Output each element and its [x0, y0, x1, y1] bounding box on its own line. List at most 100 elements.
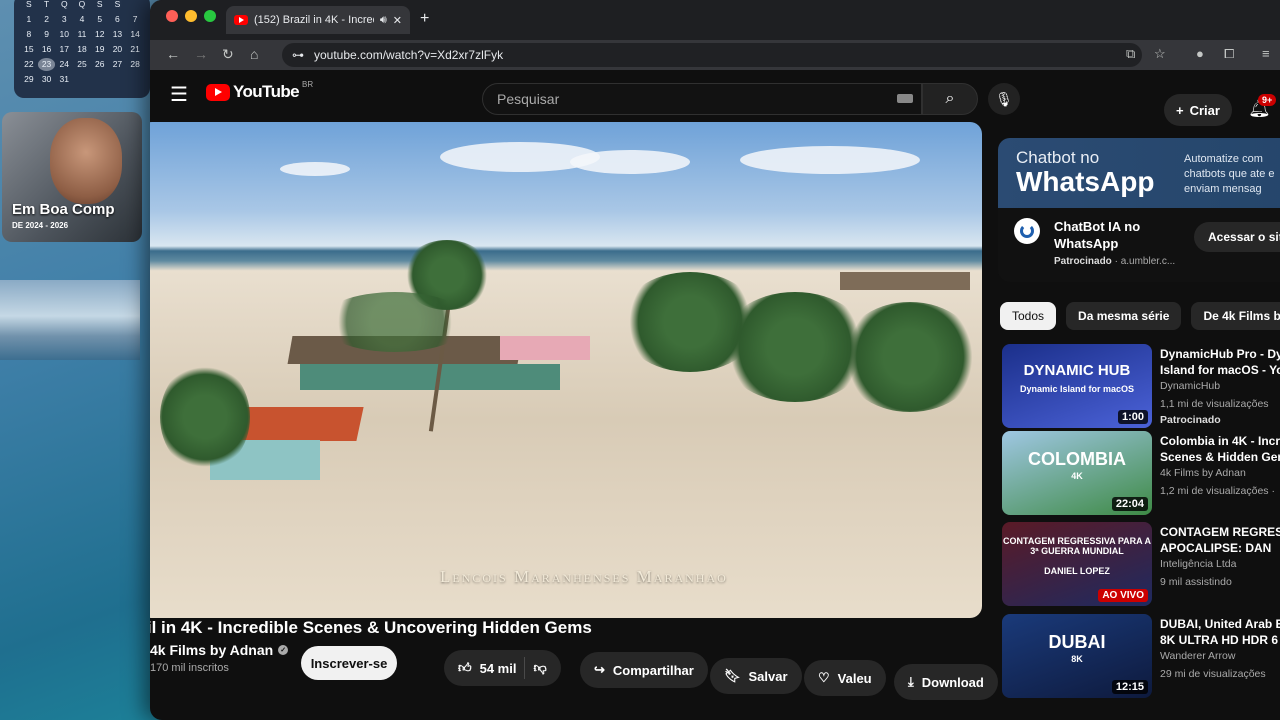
ad-banner[interactable]: Chatbot no WhatsApp Automatize com chatb… — [998, 138, 1280, 208]
chip-same-series[interactable]: Da mesma série — [1066, 302, 1182, 330]
calendar-day[interactable]: 16 — [38, 43, 56, 56]
video-title: Brazil in 4K - Incredible Scenes & Uncov… — [150, 618, 592, 637]
share-button[interactable]: ↪ Compartilhar — [580, 652, 708, 688]
calendar-day[interactable]: 24 — [55, 58, 73, 71]
sponsored-ad-card[interactable]: Chatbot no WhatsApp Automatize com chatb… — [998, 138, 1280, 282]
calendar-day[interactable]: 11 — [73, 28, 91, 41]
calendar-day[interactable]: 30 — [38, 73, 56, 86]
ad-title: ChatBot IA no WhatsApp — [1054, 219, 1141, 251]
calendar-day[interactable]: 28 — [126, 58, 144, 71]
site-info-icon[interactable]: ⊶ — [292, 48, 304, 62]
search-input[interactable]: Pesquisar — [482, 83, 922, 115]
youtube-logo[interactable]: YouTube BR — [206, 80, 313, 102]
calendar-day[interactable]: 1 — [20, 13, 38, 26]
calendar-day[interactable]: 5 — [91, 13, 109, 26]
audio-icon[interactable]: 🔊︎ — [380, 14, 387, 27]
calendar-day[interactable]: 3 — [55, 13, 73, 26]
calendar-day — [91, 73, 109, 86]
reload-icon[interactable]: ↻ — [222, 46, 234, 63]
recommendation-item[interactable]: DUBAI 8K 12:15 DUBAI, United Arab E 8K ULTR… — [1002, 614, 1280, 698]
calendar-day[interactable]: 31 — [55, 73, 73, 86]
video-player[interactable]: Lencois Maranhenses Maranhao — [150, 122, 982, 618]
forward-icon[interactable]: → — [194, 46, 208, 62]
maximize-window-button[interactable] — [204, 10, 216, 22]
recommendation-channel: Wanderer Arrow — [1160, 650, 1236, 662]
calendar-day[interactable]: 23 — [37, 58, 56, 71]
advertiser-logo-icon — [1014, 218, 1040, 244]
calendar-day[interactable]: 25 — [73, 58, 91, 71]
ad-banner-line2: WhatsApp — [1016, 166, 1155, 197]
home-icon[interactable]: ⌂ — [250, 46, 258, 62]
calendar-day[interactable]: 14 — [126, 28, 144, 41]
thumbnail-text: DYNAMIC HUB — [1023, 362, 1131, 379]
calendar-day[interactable]: 13 — [109, 28, 127, 41]
thanks-button[interactable]: ♡ Valeu — [804, 660, 886, 696]
video-thumbnail[interactable]: DYNAMIC HUB Dynamic Island for macOS 1:00 — [1002, 344, 1152, 428]
video-thumbnail[interactable]: DUBAI 8K 12:15 — [1002, 614, 1152, 698]
calendar-day[interactable]: 6 — [109, 13, 127, 26]
chip-all[interactable]: Todos — [1000, 302, 1057, 330]
calendar-day[interactable]: 29 — [20, 73, 38, 86]
like-divider — [524, 657, 526, 679]
voice-search-button[interactable]: 🎙︎ — [988, 83, 1020, 115]
calendar-widget[interactable]: S T Q Q S S 1 2 3 4 5 6 7 8 9 10 11 12 13 14 15 16 17 18 19 20 21 2… — [14, 0, 150, 98]
install-icon[interactable]: ⧉ — [1126, 46, 1135, 62]
menu-icon[interactable]: ≡ — [1262, 46, 1270, 61]
duration-badge: 22:04 — [1111, 497, 1148, 511]
calendar-day[interactable]: 22 — [20, 58, 38, 71]
recommendation-item[interactable]: COLOMBIA 4K 22:04 Colombia in 4K - Incre Sc… — [1002, 431, 1280, 515]
chip-channel[interactable]: De 4k Films by Ad — [1191, 302, 1280, 330]
video-thumbnail[interactable]: COLOMBIA 4K 22:04 — [1002, 431, 1152, 515]
recommendation-views: 1,1 mi de visualizações — [1160, 398, 1269, 410]
recommendation-item[interactable]: DYNAMIC HUB Dynamic Island for macOS 1:00 D… — [1002, 344, 1280, 428]
calendar-day[interactable]: 17 — [55, 43, 73, 56]
close-window-button[interactable] — [166, 10, 178, 22]
keyboard-icon[interactable] — [897, 94, 913, 103]
address-bar[interactable]: ⊶ youtube.com/watch?v=Xd2xr7zlFyk — [282, 43, 1142, 67]
dislike-button[interactable]: 👎︎ — [533, 660, 546, 676]
photo-widget[interactable]: Em Boa Comp DE 2024 - 2026 — [2, 112, 142, 242]
tab-close-icon[interactable]: ✕ — [393, 14, 402, 27]
calendar-day[interactable]: 12 — [91, 28, 109, 41]
tab-bar: (152) Brazil in 4K - Incred 🔊︎ ✕ + — [150, 0, 1280, 40]
video-thumbnail[interactable]: CONTAGEM REGRESSIVA PARA A 3ª GUERRA MUN… — [1002, 522, 1152, 606]
calendar-day[interactable]: 8 — [20, 28, 38, 41]
back-icon[interactable]: ← — [166, 46, 180, 62]
ad-cta-button[interactable]: Acessar o sit — [1194, 222, 1280, 252]
calendar-day[interactable]: 19 — [91, 43, 109, 56]
ad-domain: a.umbler.c... — [1120, 256, 1176, 267]
extensions-icon[interactable]: ⧠ — [1224, 46, 1234, 62]
calendar-day[interactable]: 27 — [109, 58, 127, 71]
calendar-day[interactable]: 2 — [38, 13, 56, 26]
calendar-day[interactable]: 18 — [73, 43, 91, 56]
minimize-window-button[interactable] — [185, 10, 197, 22]
save-button[interactable]: 🔖︎ Salvar — [710, 658, 802, 694]
new-tab-icon[interactable]: + — [420, 10, 429, 28]
tab-youtube[interactable]: (152) Brazil in 4K - Incred 🔊︎ ✕ — [226, 6, 410, 34]
plus-icon: + — [1176, 102, 1184, 118]
extension-record-icon[interactable]: ● — [1196, 46, 1204, 61]
calendar-day[interactable]: 10 — [55, 28, 73, 41]
hamburger-menu-icon[interactable]: ☰ — [170, 82, 188, 107]
calendar-day[interactable]: 26 — [91, 58, 109, 71]
recommendation-item[interactable]: CONTAGEM REGRESSIVA PARA A 3ª GUERRA MUN… — [1002, 522, 1280, 606]
thumbnail-subtext: 8K — [1071, 654, 1083, 664]
bookmark-star-icon[interactable]: ☆ — [1154, 46, 1166, 62]
like-button[interactable]: 👍︎ 54 mil — [458, 660, 516, 676]
calendar-day[interactable]: 21 — [126, 43, 144, 56]
thumbnail-subtext: Dynamic Island for macOS — [1019, 384, 1135, 394]
calendar-day[interactable]: 20 — [109, 43, 127, 56]
download-button[interactable]: ⤓ Download — [894, 664, 998, 700]
subscribe-button[interactable]: Inscrever-se — [301, 646, 397, 680]
weekday-label: Q — [78, 0, 86, 9]
calendar-day[interactable]: 15 — [20, 43, 38, 56]
calendar-day[interactable]: 4 — [73, 13, 91, 26]
channel-name[interactable]: 4k Films by Adnan ✓ — [150, 642, 289, 658]
calendar-day — [126, 73, 144, 86]
create-button[interactable]: + Criar — [1164, 94, 1232, 126]
channel-name-text: 4k Films by Adnan — [150, 642, 274, 658]
search-button[interactable]: ⌕ — [922, 83, 978, 115]
calendar-day[interactable]: 9 — [38, 28, 56, 41]
calendar-day[interactable]: 7 — [126, 13, 144, 26]
youtube-favicon-icon — [234, 15, 248, 25]
